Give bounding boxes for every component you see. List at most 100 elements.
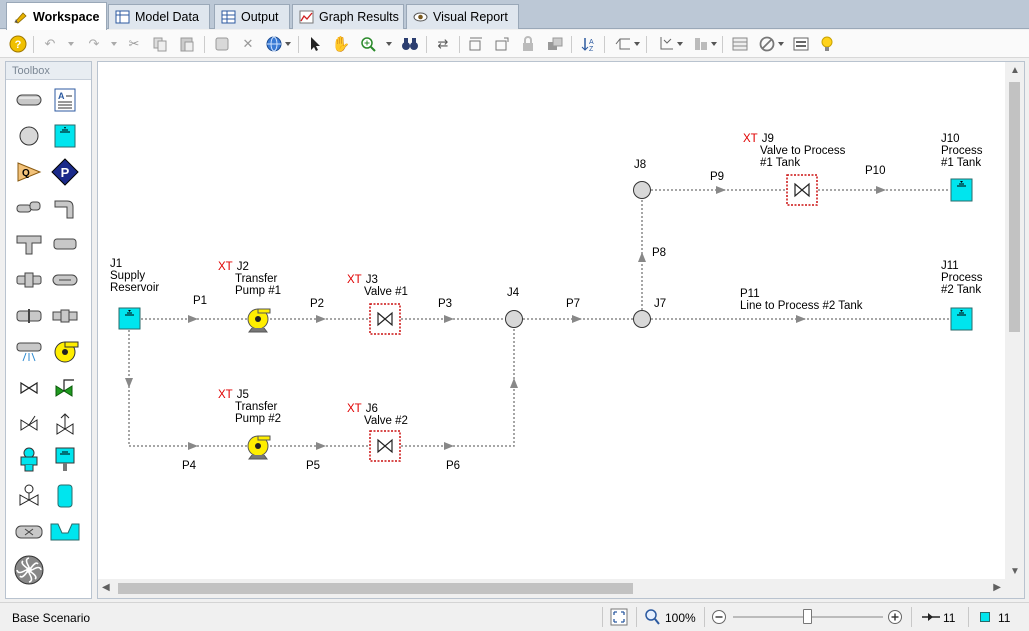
pressure-valve-tool[interactable] (14, 482, 44, 510)
delete-button[interactable]: ✕ (238, 34, 258, 54)
pipe-p7[interactable] (523, 315, 633, 323)
pipe-p10[interactable] (818, 186, 950, 194)
select-all-button[interactable] (212, 34, 232, 54)
zoom-out-button[interactable] (711, 609, 727, 628)
dead-end-tool[interactable] (14, 518, 44, 546)
horizontal-scroll-thumb[interactable] (118, 583, 633, 594)
turbine-tool[interactable] (14, 555, 44, 585)
pump-tool[interactable]: P (50, 158, 80, 186)
align-button[interactable] (466, 34, 486, 54)
junction-j11-tank[interactable] (950, 307, 973, 331)
pipe-p11[interactable] (651, 315, 950, 323)
scroll-up-arrow[interactable]: ▲ (1010, 65, 1020, 76)
svg-text:P: P (61, 165, 70, 180)
pipe-line-button[interactable] (613, 34, 633, 54)
undo-button[interactable]: ↶ (40, 34, 60, 54)
screen-tool[interactable] (14, 266, 44, 294)
pipe-p3[interactable] (401, 315, 505, 323)
axis-button[interactable] (656, 34, 676, 54)
area-change-tool[interactable] (50, 230, 80, 258)
weir-tool[interactable] (50, 518, 80, 546)
workspace-options-button[interactable] (730, 34, 750, 54)
globe-button[interactable] (264, 34, 284, 54)
scenario-name[interactable]: Base Scenario (12, 611, 90, 625)
tab-workspace[interactable]: Workspace (6, 2, 107, 30)
junction-j2-pump[interactable] (247, 308, 271, 333)
select-arrow-button[interactable] (305, 34, 325, 54)
paste-button[interactable] (177, 34, 197, 54)
pipe-p1[interactable] (129, 315, 248, 323)
layout-button[interactable] (691, 34, 711, 54)
find-button[interactable] (400, 34, 420, 54)
output-control-button[interactable] (791, 34, 811, 54)
relief-valve-tool[interactable] (14, 410, 44, 438)
orifice-tool[interactable] (14, 302, 44, 330)
vertical-scrollbar[interactable]: ▲ ▼ (1005, 62, 1024, 580)
screen-icon (16, 272, 42, 288)
pipe-p5[interactable] (270, 442, 368, 450)
gas-accumulator-tool[interactable] (50, 446, 80, 474)
control-valve-tool[interactable] (50, 374, 80, 402)
label-p5: P5 (306, 460, 321, 472)
pan-button[interactable]: ✋ (331, 34, 351, 54)
pipe-p9[interactable] (651, 186, 786, 194)
elbow-tool[interactable] (50, 194, 80, 222)
spray-discharge-tool[interactable] (14, 338, 44, 366)
workspace-canvas[interactable]: J1 Supply Reservoir XT J2 Transfer Pump #1 … (98, 62, 1006, 580)
tips-button[interactable] (817, 34, 837, 54)
junction-j5-pump[interactable] (247, 435, 271, 460)
tab-visual-report[interactable]: Visual Report (406, 4, 519, 29)
zoom-slider-track[interactable] (733, 609, 883, 624)
reservoir-tool[interactable] (50, 122, 80, 150)
tee-tool[interactable] (14, 230, 44, 258)
status-bar: Base Scenario 100% 11 11 (0, 602, 1029, 631)
workspace-panel[interactable]: J1 Supply Reservoir XT J2 Transfer Pump #1 … (97, 61, 1025, 599)
tab-output[interactable]: Output (214, 4, 290, 29)
group-button[interactable] (545, 34, 565, 54)
bend-tool[interactable] (14, 194, 44, 222)
three-way-valve-tool[interactable] (50, 410, 80, 438)
junction-j4-branch[interactable] (505, 310, 523, 328)
zoom-in-button[interactable] (887, 609, 903, 628)
junction-j10-tank[interactable] (950, 178, 973, 202)
scroll-down-arrow[interactable]: ▼ (1010, 566, 1020, 577)
reverse-direction-button[interactable]: ⇄ (433, 34, 453, 54)
pipe-tool[interactable] (14, 86, 44, 114)
annotation-tool[interactable]: A (50, 86, 80, 114)
junction-j6-valve[interactable] (369, 430, 401, 462)
junction-j1-reservoir[interactable] (118, 307, 141, 330)
valve-tool[interactable] (14, 374, 44, 402)
scroll-left-arrow[interactable]: ◀ (102, 582, 110, 593)
tab-model-data[interactable]: Model Data (108, 4, 210, 29)
check-valve-tool[interactable] (50, 302, 80, 330)
vacuum-breaker-tool[interactable] (14, 446, 44, 474)
junction-j7-branch[interactable] (633, 310, 651, 328)
redo-button[interactable]: ↷ (84, 34, 104, 54)
horizontal-scrollbar[interactable]: ◀ ▶ (98, 579, 1006, 598)
junction-j8-branch[interactable] (633, 181, 651, 199)
zoom-button[interactable] (358, 34, 378, 54)
pipe-p2[interactable] (270, 315, 368, 323)
assigned-flow-tool[interactable]: Q (14, 158, 44, 186)
branch-tool[interactable] (14, 122, 44, 150)
help-icon: ? (9, 35, 27, 53)
tab-graph-results[interactable]: Graph Results (292, 4, 404, 29)
no-symbol-button[interactable] (757, 34, 777, 54)
distribute-button[interactable] (492, 34, 512, 54)
zoom-slider-thumb[interactable] (803, 609, 812, 624)
sort-button[interactable]: AZ (578, 34, 598, 54)
cut-button[interactable]: ✂ (124, 34, 144, 54)
help-button[interactable]: ? (8, 34, 28, 54)
liquid-accumulator-tool[interactable] (50, 482, 80, 510)
scroll-right-arrow[interactable]: ▶ (993, 582, 1001, 593)
lock-button[interactable] (518, 34, 538, 54)
pipe-p8[interactable] (638, 199, 646, 310)
vertical-scroll-thumb[interactable] (1009, 82, 1020, 332)
heat-exchanger-tool[interactable] (50, 266, 80, 294)
junction-j9-valve[interactable] (786, 174, 818, 206)
pipe-p6[interactable] (401, 328, 518, 450)
volume-balance-tool[interactable] (50, 338, 80, 366)
junction-j3-valve[interactable] (369, 303, 401, 335)
fit-view-button[interactable] (610, 608, 628, 629)
copy-button[interactable] (150, 34, 170, 54)
